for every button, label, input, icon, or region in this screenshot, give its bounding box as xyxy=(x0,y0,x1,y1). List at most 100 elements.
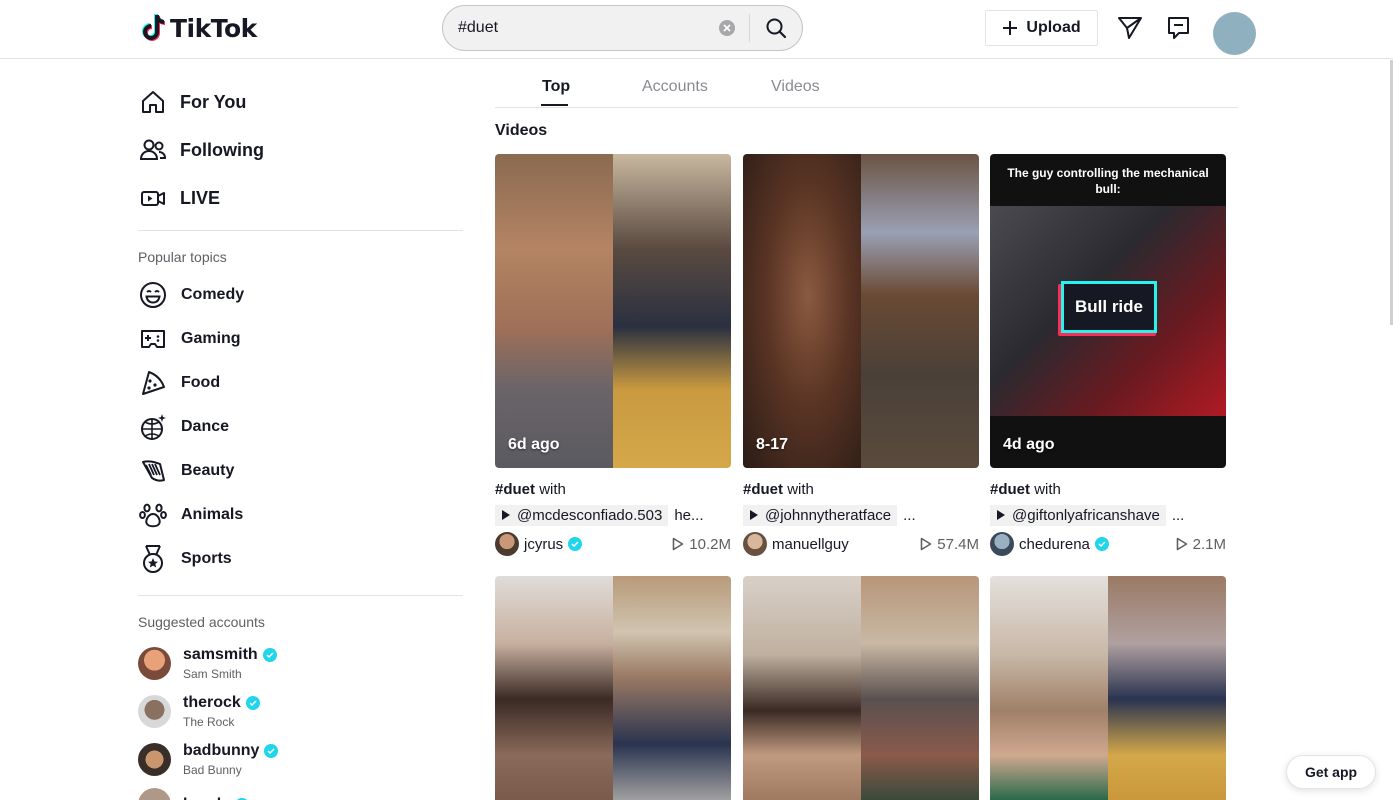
suggested-account[interactable]: karola xyxy=(138,788,250,800)
smile-icon xyxy=(140,282,166,308)
account-display-name: Bad Bunny xyxy=(183,763,242,777)
hashtag-link[interactable]: #duet xyxy=(495,481,535,498)
video-author[interactable]: jcyrus xyxy=(495,532,583,556)
account-username: karola xyxy=(183,796,230,800)
play-icon xyxy=(750,510,758,520)
account-display-name: The Rock xyxy=(183,715,235,729)
home-icon xyxy=(142,91,164,113)
avatar xyxy=(138,695,171,728)
video-thumbnail[interactable] xyxy=(495,576,731,800)
play-count: 57.4M xyxy=(920,536,979,553)
popular-topics-title: Popular topics xyxy=(138,249,227,265)
topic-label: Gaming xyxy=(181,330,241,347)
video-thumbnail[interactable]: 8-17 xyxy=(743,154,979,468)
video-author[interactable]: chedurena xyxy=(990,532,1109,556)
medal-icon xyxy=(143,545,163,573)
tab-videos[interactable]: Videos xyxy=(771,78,820,96)
play-outline-icon xyxy=(1176,537,1187,551)
video-thumbnail[interactable] xyxy=(990,576,1226,800)
tab-accounts[interactable]: Accounts xyxy=(642,78,708,96)
topic-comedy[interactable]: Comedy xyxy=(138,280,244,310)
play-count: 2.1M xyxy=(1176,536,1226,553)
avatar xyxy=(138,647,171,680)
videos-section-title: Videos xyxy=(495,122,548,139)
topic-gaming[interactable]: Gaming xyxy=(138,324,241,354)
sidebar-item-following[interactable]: Following xyxy=(138,135,264,165)
paw-icon xyxy=(139,503,167,528)
video-author[interactable]: manuellguy xyxy=(743,532,849,556)
suggested-account[interactable]: therock The Rock xyxy=(138,694,260,729)
close-icon xyxy=(723,24,731,32)
video-card[interactable]: The guy controlling the mechanical bull:… xyxy=(990,154,1226,557)
search-button[interactable] xyxy=(750,6,802,50)
video-thumbnail[interactable] xyxy=(743,576,979,800)
video-card[interactable] xyxy=(495,576,731,800)
suggested-account[interactable]: samsmith Sam Smith xyxy=(138,646,277,681)
avatar xyxy=(743,532,767,556)
upload-label: Upload xyxy=(1026,19,1081,36)
upload-button[interactable]: Upload xyxy=(985,10,1098,46)
clear-search-button[interactable] xyxy=(719,20,735,36)
video-card[interactable] xyxy=(743,576,979,800)
author-name: chedurena xyxy=(1019,535,1090,553)
account-username: badbunny xyxy=(183,742,260,759)
tiktok-logo[interactable]: TikTok xyxy=(140,12,257,44)
verified-badge-icon xyxy=(264,744,279,758)
avatar xyxy=(138,788,171,800)
topic-beauty[interactable]: Beauty xyxy=(138,456,234,486)
video-meta: chedurena 2.1M xyxy=(990,531,1226,557)
video-mention-row: @mcdesconfiado.503 he... xyxy=(495,503,731,527)
video-card[interactable]: 8-17 #duet with @johnnytheratface ... ma… xyxy=(743,154,979,557)
mention-link[interactable]: @giftonlyafricanshave xyxy=(990,504,1166,526)
sidebar: For You Following LIVE Popular topics Co… xyxy=(138,60,463,800)
suggested-account[interactable]: badbunny Bad Bunny xyxy=(138,742,279,777)
video-mention-row: @giftonlyafricanshave ... xyxy=(990,503,1226,527)
sidebar-item-live[interactable]: LIVE xyxy=(138,183,220,213)
account-display-name: Sam Smith xyxy=(183,667,242,681)
author-name: manuellguy xyxy=(772,535,849,553)
avatar xyxy=(990,532,1014,556)
send-message-icon[interactable] xyxy=(1117,15,1143,41)
avatar xyxy=(138,743,171,776)
user-avatar[interactable] xyxy=(1213,12,1256,55)
video-caption: #duet with xyxy=(990,481,1061,498)
play-outline-icon xyxy=(920,537,932,551)
video-caption: #duet with xyxy=(743,481,814,498)
verified-badge-icon xyxy=(568,537,583,551)
sidebar-divider xyxy=(138,230,463,231)
inbox-icon[interactable] xyxy=(1166,15,1192,41)
plus-icon xyxy=(1003,21,1018,35)
get-app-button[interactable]: Get app xyxy=(1286,755,1376,789)
video-overlay-text: The guy controlling the mechanical bull: xyxy=(1007,166,1209,196)
video-thumbnail[interactable]: 6d ago xyxy=(495,154,731,468)
hashtag-link[interactable]: #duet xyxy=(743,481,783,498)
search-input[interactable] xyxy=(443,6,719,50)
video-meta: manuellguy 57.4M xyxy=(743,531,979,557)
topic-animals[interactable]: Animals xyxy=(138,500,243,530)
users-icon xyxy=(139,139,167,160)
sidebar-item-label: For You xyxy=(180,91,247,112)
sidebar-divider xyxy=(138,595,463,596)
video-mention-row: @johnnytheratface ... xyxy=(743,503,979,527)
mention-link[interactable]: @johnnytheratface xyxy=(743,504,898,526)
verified-badge-icon xyxy=(262,648,277,662)
sidebar-item-label: LIVE xyxy=(180,187,221,208)
tab-top[interactable]: Top xyxy=(542,78,570,96)
video-card[interactable]: 6d ago #duet with @mcdesconfiado.503 he.… xyxy=(495,154,731,557)
video-thumbnail[interactable]: The guy controlling the mechanical bull:… xyxy=(990,154,1226,468)
hashtag-link[interactable]: #duet xyxy=(990,481,1030,498)
topic-label: Comedy xyxy=(181,286,245,303)
pizza-icon xyxy=(142,371,165,395)
suggested-accounts-title: Suggested accounts xyxy=(138,614,265,630)
topic-dance[interactable]: Dance xyxy=(138,412,229,442)
topic-food[interactable]: Food xyxy=(138,368,220,398)
mention-link[interactable]: @mcdesconfiado.503 xyxy=(495,504,669,526)
sidebar-item-for-you[interactable]: For You xyxy=(138,87,246,117)
play-count: 10.2M xyxy=(672,536,731,553)
disco-ball-icon xyxy=(141,414,166,440)
video-date: 4d ago xyxy=(1003,436,1055,453)
video-card[interactable] xyxy=(990,576,1226,800)
live-camera-icon xyxy=(141,191,165,206)
topic-sports[interactable]: Sports xyxy=(138,544,232,574)
verified-badge-icon xyxy=(245,696,260,710)
